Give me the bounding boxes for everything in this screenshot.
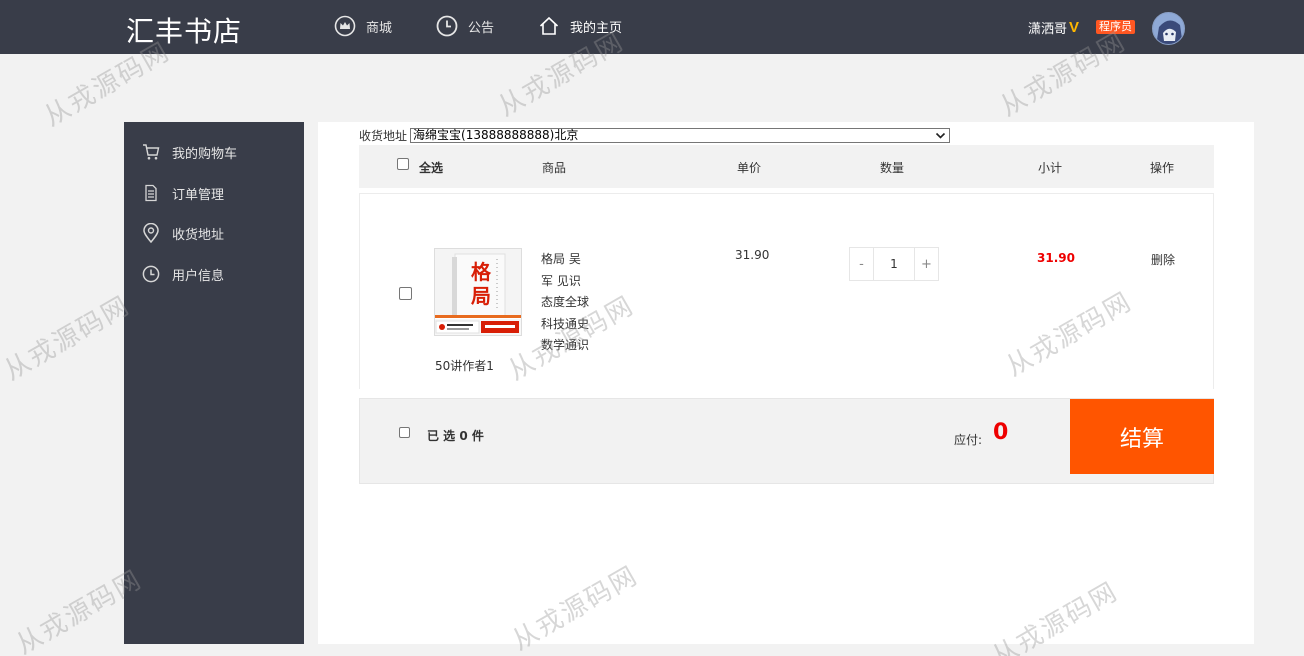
sidebar-item-cart[interactable]: 我的购物车 — [142, 141, 237, 163]
address-value: 海绵宝宝(13888888888)北京 — [413, 128, 579, 142]
home-icon — [539, 16, 559, 35]
location-icon — [143, 223, 159, 243]
product-title-line: 数学通识 — [541, 338, 590, 352]
nav-item-mall[interactable]: 商城 — [334, 14, 392, 38]
column-action: 操作 — [1150, 161, 1175, 175]
item-subtotal: 31.90 — [1037, 251, 1075, 265]
selected-suffix: 件 — [471, 429, 484, 443]
nav-item-home[interactable]: 我的主页 — [538, 14, 622, 38]
sidebar-item-user-info[interactable]: 用户信息 — [142, 263, 224, 285]
cart-item-row: 格 局 格局 吴 军 见识 态度全球 科技通史 数学通识 50讲作者1 31.9 — [359, 193, 1214, 389]
quantity-input[interactable]: 1 — [874, 247, 914, 281]
selected-prefix: 已 选 — [427, 429, 456, 443]
cart-summary-bar: 已 选 0 件 应付: 0 结算 — [359, 398, 1214, 484]
product-subtitle: 50讲作者1 — [435, 359, 494, 373]
book-cover-title: 格 — [471, 260, 492, 284]
address-row: 收货地址 海绵宝宝(13888888888)北京 — [359, 127, 951, 144]
cart-panel: 收货地址 海绵宝宝(13888888888)北京 全选 商品 单价 数量 小计 … — [318, 122, 1254, 644]
book-cover-title: 局 — [470, 284, 491, 308]
nav-item-notice[interactable]: 公告 — [436, 14, 494, 38]
sidebar-item-label: 用户信息 — [172, 268, 225, 284]
item-checkbox[interactable] — [399, 287, 412, 300]
quantity-stepper: - 1 + — [849, 247, 939, 281]
sidebar-item-address[interactable]: 收货地址 — [142, 222, 224, 244]
footer-select-all-checkbox[interactable] — [399, 427, 410, 438]
product-title-line: 格局 吴 — [541, 252, 581, 266]
product-image[interactable]: 格 局 — [434, 248, 522, 336]
cart-table-header: 全选 商品 单价 数量 小计 操作 — [359, 145, 1214, 188]
select-all-checkbox[interactable] — [397, 158, 409, 170]
selected-count: 已 选 0 件 — [427, 427, 484, 444]
clock-icon — [436, 15, 458, 37]
product-title-line: 科技通史 — [541, 316, 590, 331]
crown-icon — [334, 15, 356, 37]
product-title-line: 军 见识 — [541, 273, 581, 288]
vip-icon: V — [1069, 19, 1080, 36]
amount-due-value: 0 — [993, 420, 1009, 445]
column-quantity: 数量 — [880, 161, 905, 175]
watermark: 从戎源码网 — [0, 290, 136, 387]
selected-number: 0 — [459, 429, 468, 443]
role-badge: 程序员 — [1096, 20, 1135, 34]
column-product: 商品 — [542, 161, 567, 175]
column-subtotal: 小计 — [1038, 161, 1063, 175]
column-unit-price: 单价 — [737, 161, 762, 175]
product-title-line: 态度全球 — [541, 295, 590, 309]
sidebar-item-label: 我的购物车 — [172, 146, 238, 162]
address-select[interactable]: 海绵宝宝(13888888888)北京 — [410, 128, 951, 143]
select-all-label: 全选 — [419, 161, 444, 175]
delete-item-link[interactable]: 删除 — [1151, 251, 1175, 268]
address-label: 收货地址 — [359, 129, 408, 143]
increase-quantity-button[interactable]: + — [914, 247, 939, 281]
sidebar-item-orders[interactable]: 订单管理 — [142, 182, 224, 204]
chevron-down-icon — [935, 132, 946, 139]
decrease-quantity-button[interactable]: - — [849, 247, 874, 281]
user-menu[interactable]: 潇洒哥 V — [1028, 18, 1079, 37]
nav-item-label: 我的主页 — [570, 20, 623, 36]
brand-logo[interactable]: 汇丰书店 — [126, 10, 242, 50]
cart-icon — [143, 144, 160, 160]
nav-item-label: 公告 — [468, 20, 495, 36]
top-navbar: 汇丰书店 商城 公告 我的主页 潇洒哥 V 程序员 — [0, 0, 1304, 54]
username: 潇洒哥 — [1028, 22, 1068, 37]
avatar-image — [1153, 13, 1184, 44]
product-title[interactable]: 格局 吴 军 见识 态度全球 科技通史 数学通识 — [541, 249, 651, 357]
sidebar: 我的购物车 订单管理 收货地址 用户信息 — [124, 122, 304, 644]
avatar[interactable] — [1152, 12, 1185, 45]
book-cover-image: 格 局 — [435, 249, 521, 335]
checkout-button[interactable]: 结算 — [1070, 399, 1214, 474]
amount-due-label: 应付: — [954, 433, 983, 447]
sidebar-item-label: 订单管理 — [172, 187, 225, 203]
nav-item-label: 商城 — [366, 20, 393, 36]
unit-price: 31.90 — [735, 248, 770, 262]
sidebar-item-label: 收货地址 — [172, 227, 225, 243]
document-icon — [145, 184, 157, 202]
clock-icon — [142, 265, 160, 283]
